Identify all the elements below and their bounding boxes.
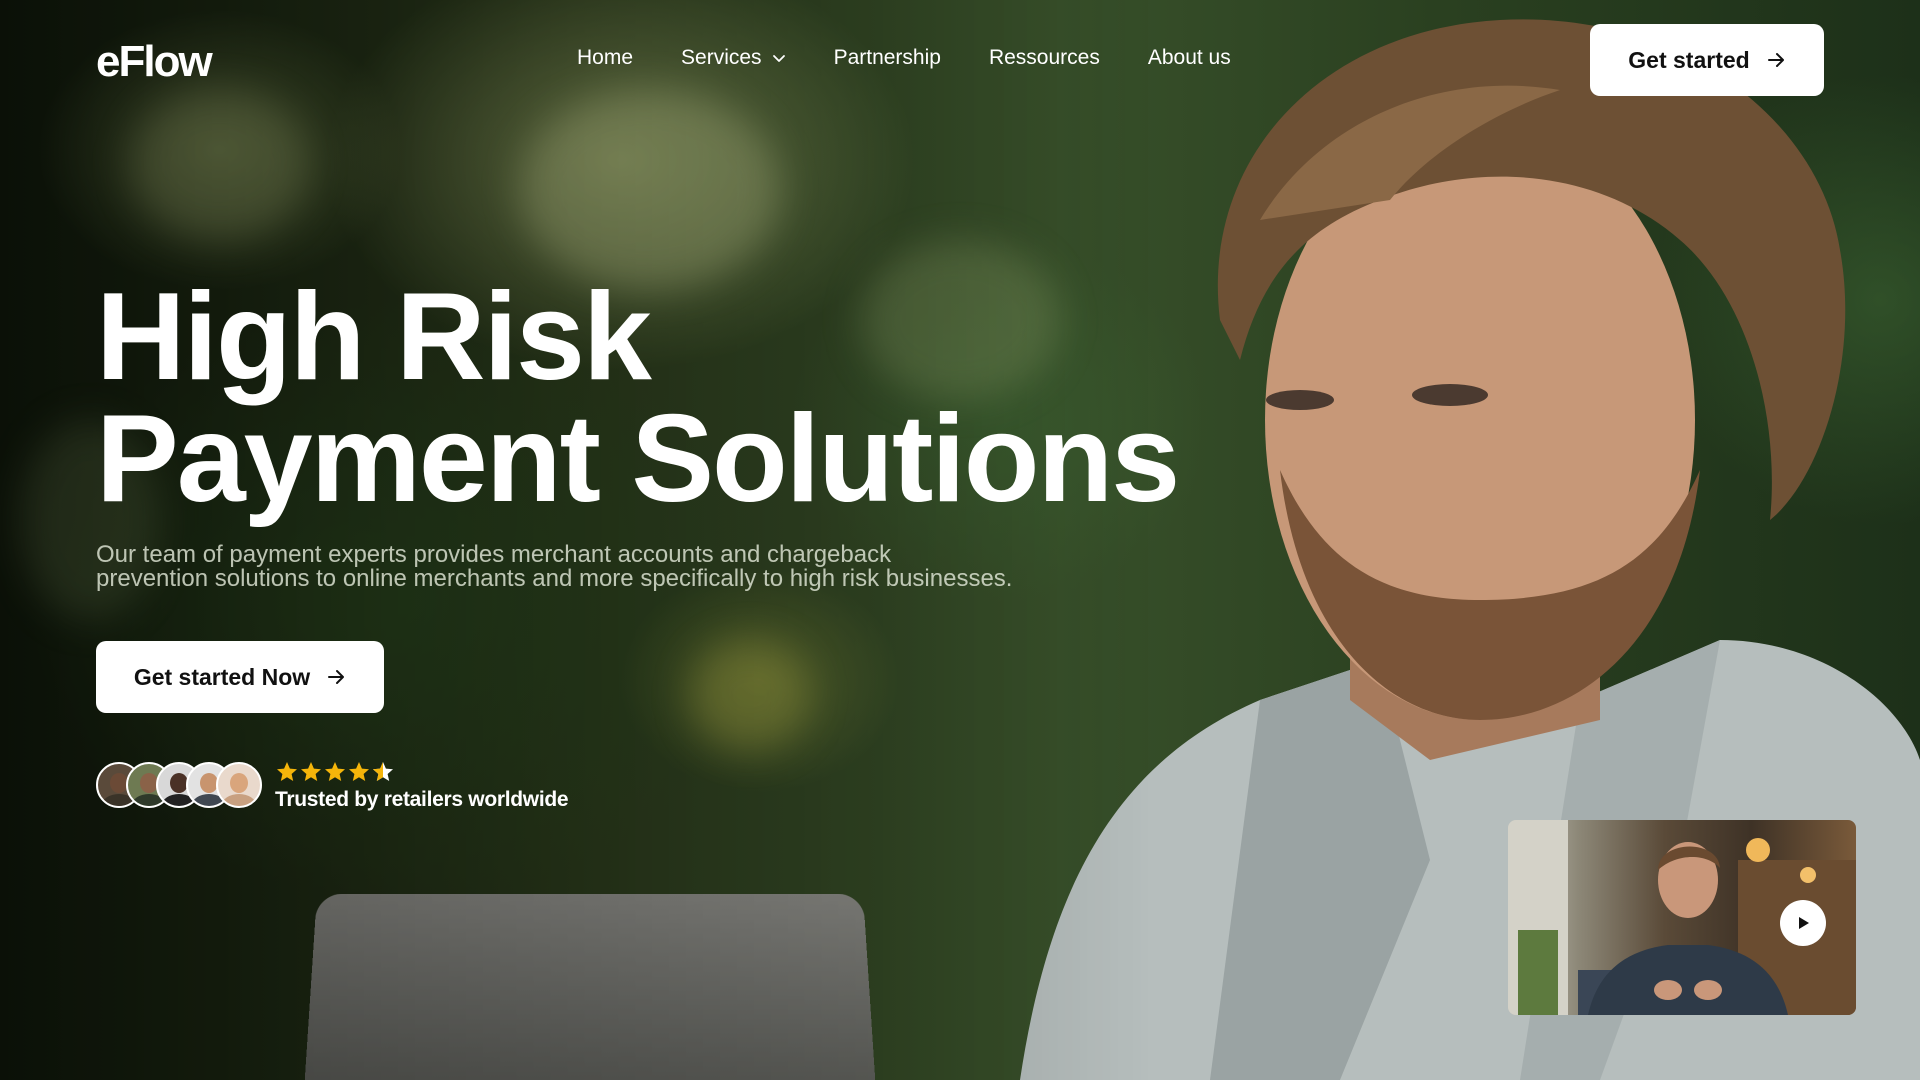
nav-item-partnership[interactable]: Partnership	[834, 46, 941, 70]
nav-item-home[interactable]: Home	[577, 46, 633, 70]
avatar	[216, 762, 262, 808]
headline-line-1: High Risk	[96, 268, 652, 406]
subtext-line-1: Our team of payment experts provides mer…	[96, 541, 892, 568]
star-icon	[277, 762, 297, 781]
main-nav: Home Services Partnership Ressources Abo…	[577, 46, 1279, 70]
nav-item-label: Home	[577, 46, 634, 69]
star-rating	[275, 760, 568, 784]
get-started-button[interactable]: Get started	[1590, 24, 1824, 96]
customer-avatars	[96, 762, 262, 812]
hero-subtext: Our team of payment experts provides mer…	[96, 543, 1056, 591]
svg-text:eFlow: eFlow	[96, 38, 213, 82]
arrow-right-icon	[328, 670, 345, 684]
chevron-down-icon	[772, 55, 785, 62]
star-icon	[301, 762, 321, 781]
play-button[interactable]	[1780, 900, 1826, 946]
nav-item-ressources[interactable]: Ressources	[989, 46, 1100, 70]
star-half-icon	[373, 762, 393, 781]
arrow-right-icon	[1767, 53, 1784, 67]
headline-line-2: Payment Solutions	[96, 390, 1180, 528]
star-icon	[325, 762, 345, 781]
nav-item-label: Services	[681, 46, 762, 69]
video-thumbnail[interactable]	[1508, 820, 1856, 1015]
get-started-now-button[interactable]: Get started Now	[96, 641, 384, 713]
button-label: Get started Now	[133, 663, 311, 690]
subtext-line-2: prevention solutions to online merchants…	[96, 565, 1013, 592]
button-label: Get started	[1628, 46, 1750, 73]
play-icon	[1799, 917, 1809, 929]
nav-item-label: Ressources	[988, 46, 1100, 69]
eflow-logo[interactable]: eFlow	[96, 38, 246, 82]
trust-text: Trusted by retailers worldwide	[275, 788, 569, 811]
hero-headline: High Risk Payment Solutions	[96, 268, 1180, 528]
star-icon	[349, 762, 369, 781]
nav-item-label: Partnership	[833, 46, 941, 69]
nav-item-about-us[interactable]: About us	[1148, 46, 1231, 70]
nav-item-services[interactable]: Services	[681, 46, 786, 70]
nav-item-label: About us	[1147, 46, 1231, 69]
rating-block: Trusted by retailers worldwide	[275, 760, 569, 812]
